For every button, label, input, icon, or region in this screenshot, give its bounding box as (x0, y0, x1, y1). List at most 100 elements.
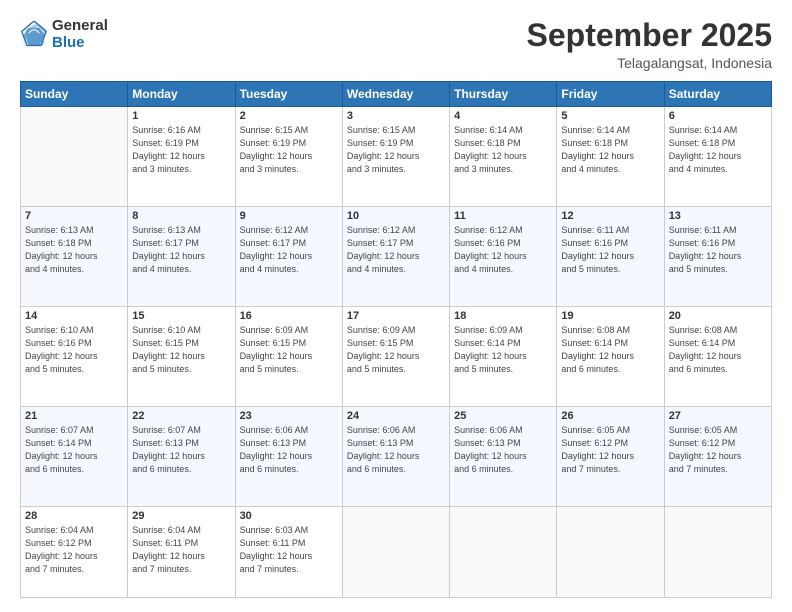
calendar-cell: 21 Sunrise: 6:07 AMSunset: 6:14 PMDayligh… (21, 407, 128, 507)
day-of-week-header: Wednesday (342, 82, 449, 107)
calendar-cell (450, 507, 557, 598)
calendar-cell: 8 Sunrise: 6:13 AMSunset: 6:17 PMDaylight… (128, 207, 235, 307)
day-info: Sunrise: 6:07 AMSunset: 6:14 PMDaylight:… (25, 424, 123, 476)
day-number: 7 (25, 210, 123, 222)
day-info: Sunrise: 6:15 AMSunset: 6:19 PMDaylight:… (347, 124, 445, 176)
calendar-cell: 10Sunrise: 6:12 AMSunset: 6:17 PMDayligh… (342, 207, 449, 307)
day-number: 5 (561, 110, 659, 122)
day-info: Sunrise: 6:14 AMSunset: 6:18 PMDaylight:… (669, 124, 767, 176)
day-of-week-header: Sunday (21, 82, 128, 107)
day-info: Sunrise: 6:08 AMSunset: 6:14 PMDaylight:… (561, 324, 659, 376)
day-number: 22 (132, 410, 230, 422)
calendar-header-row: SundayMondayTuesdayWednesdayThursdayFrid… (21, 82, 772, 107)
calendar-cell: 16Sunrise: 6:09 AMSunset: 6:15 PMDayligh… (235, 307, 342, 407)
calendar-cell: 9 Sunrise: 6:12 AMSunset: 6:17 PMDaylight… (235, 207, 342, 307)
day-info: Sunrise: 6:10 AMSunset: 6:16 PMDaylight:… (25, 324, 123, 376)
day-number: 11 (454, 210, 552, 222)
logo: General Blue (20, 18, 108, 51)
day-number: 27 (669, 410, 767, 422)
day-info: Sunrise: 6:04 AMSunset: 6:12 PMDaylight:… (25, 524, 123, 576)
day-info: Sunrise: 6:09 AMSunset: 6:15 PMDaylight:… (240, 324, 338, 376)
day-of-week-header: Saturday (664, 82, 771, 107)
title-block: September 2025 Telagalangsat, Indonesia (527, 18, 772, 71)
calendar-cell: 14 Sunrise: 6:10 AMSunset: 6:16 PMDayligh… (21, 307, 128, 407)
day-number: 8 (132, 210, 230, 222)
calendar-cell: 23 Sunrise: 6:06 AMSunset: 6:13 PMDayligh… (235, 407, 342, 507)
day-number: 17 (347, 310, 445, 322)
month-title: September 2025 (527, 18, 772, 53)
day-number: 3 (347, 110, 445, 122)
day-number: 19 (561, 310, 659, 322)
day-of-week-header: Friday (557, 82, 664, 107)
day-number: 28 (25, 510, 123, 522)
logo-blue-text: Blue (52, 35, 108, 52)
day-info: Sunrise: 6:15 AMSunset: 6:19 PMDaylight:… (240, 124, 338, 176)
calendar-cell (557, 507, 664, 598)
calendar-cell: 30 Sunrise: 6:03 AMSunset: 6:11 PMDayligh… (235, 507, 342, 598)
day-info: Sunrise: 6:04 AMSunset: 6:11 PMDaylight:… (132, 524, 230, 576)
day-of-week-header: Monday (128, 82, 235, 107)
calendar-cell: 18Sunrise: 6:09 AMSunset: 6:14 PMDayligh… (450, 307, 557, 407)
day-info: Sunrise: 6:14 AMSunset: 6:18 PMDaylight:… (454, 124, 552, 176)
day-info: Sunrise: 6:06 AMSunset: 6:13 PMDaylight:… (454, 424, 552, 476)
calendar-cell: 29 Sunrise: 6:04 AMSunset: 6:11 PMDayligh… (128, 507, 235, 598)
day-info: Sunrise: 6:03 AMSunset: 6:11 PMDaylight:… (240, 524, 338, 576)
day-info: Sunrise: 6:11 AMSunset: 6:16 PMDaylight:… (669, 224, 767, 276)
day-number: 29 (132, 510, 230, 522)
day-info: Sunrise: 6:06 AMSunset: 6:13 PMDaylight:… (347, 424, 445, 476)
day-number: 4 (454, 110, 552, 122)
day-info: Sunrise: 6:09 AMSunset: 6:14 PMDaylight:… (454, 324, 552, 376)
day-info: Sunrise: 6:12 AMSunset: 6:17 PMDaylight:… (240, 224, 338, 276)
day-number: 10 (347, 210, 445, 222)
calendar-table: SundayMondayTuesdayWednesdayThursdayFrid… (20, 81, 772, 598)
day-number: 6 (669, 110, 767, 122)
day-info: Sunrise: 6:11 AMSunset: 6:16 PMDaylight:… (561, 224, 659, 276)
calendar-cell: 13Sunrise: 6:11 AMSunset: 6:16 PMDayligh… (664, 207, 771, 307)
day-number: 26 (561, 410, 659, 422)
calendar-cell: 3 Sunrise: 6:15 AMSunset: 6:19 PMDaylight… (342, 107, 449, 207)
day-info: Sunrise: 6:06 AMSunset: 6:13 PMDaylight:… (240, 424, 338, 476)
calendar-week-row: 28 Sunrise: 6:04 AMSunset: 6:12 PMDayligh… (21, 507, 772, 598)
calendar-week-row: 1 Sunrise: 6:16 AMSunset: 6:19 PMDaylight… (21, 107, 772, 207)
calendar-cell: 2 Sunrise: 6:15 AMSunset: 6:19 PMDaylight… (235, 107, 342, 207)
calendar-week-row: 7Sunrise: 6:13 AMSunset: 6:18 PMDaylight… (21, 207, 772, 307)
calendar-cell: 12Sunrise: 6:11 AMSunset: 6:16 PMDayligh… (557, 207, 664, 307)
logo-text: General Blue (52, 18, 108, 51)
calendar-cell: 5Sunrise: 6:14 AMSunset: 6:18 PMDaylight… (557, 107, 664, 207)
day-info: Sunrise: 6:16 AMSunset: 6:19 PMDaylight:… (132, 124, 230, 176)
calendar-week-row: 21 Sunrise: 6:07 AMSunset: 6:14 PMDayligh… (21, 407, 772, 507)
calendar-cell: 20Sunrise: 6:08 AMSunset: 6:14 PMDayligh… (664, 307, 771, 407)
day-number: 21 (25, 410, 123, 422)
day-info: Sunrise: 6:05 AMSunset: 6:12 PMDaylight:… (669, 424, 767, 476)
day-info: Sunrise: 6:09 AMSunset: 6:15 PMDaylight:… (347, 324, 445, 376)
calendar-cell: 28 Sunrise: 6:04 AMSunset: 6:12 PMDayligh… (21, 507, 128, 598)
day-info: Sunrise: 6:12 AMSunset: 6:16 PMDaylight:… (454, 224, 552, 276)
day-info: Sunrise: 6:13 AMSunset: 6:17 PMDaylight:… (132, 224, 230, 276)
day-info: Sunrise: 6:10 AMSunset: 6:15 PMDaylight:… (132, 324, 230, 376)
day-number: 23 (240, 410, 338, 422)
day-number: 20 (669, 310, 767, 322)
day-of-week-header: Thursday (450, 82, 557, 107)
day-number: 2 (240, 110, 338, 122)
header: General Blue September 2025 Telagalangsa… (20, 18, 772, 71)
day-number: 9 (240, 210, 338, 222)
day-number: 25 (454, 410, 552, 422)
day-number: 1 (132, 110, 230, 122)
day-number: 30 (240, 510, 338, 522)
calendar-cell: 27 Sunrise: 6:05 AMSunset: 6:12 PMDayligh… (664, 407, 771, 507)
calendar-cell: 6 Sunrise: 6:14 AMSunset: 6:18 PMDaylight… (664, 107, 771, 207)
day-number: 24 (347, 410, 445, 422)
calendar-cell: 11 Sunrise: 6:12 AMSunset: 6:16 PMDayligh… (450, 207, 557, 307)
calendar-cell: 19 Sunrise: 6:08 AMSunset: 6:14 PMDayligh… (557, 307, 664, 407)
calendar-week-row: 14 Sunrise: 6:10 AMSunset: 6:16 PMDayligh… (21, 307, 772, 407)
calendar-cell: 7Sunrise: 6:13 AMSunset: 6:18 PMDaylight… (21, 207, 128, 307)
day-info: Sunrise: 6:05 AMSunset: 6:12 PMDaylight:… (561, 424, 659, 476)
calendar-cell: 25 Sunrise: 6:06 AMSunset: 6:13 PMDayligh… (450, 407, 557, 507)
calendar-cell: 24 Sunrise: 6:06 AMSunset: 6:13 PMDayligh… (342, 407, 449, 507)
calendar-cell: 15Sunrise: 6:10 AMSunset: 6:15 PMDayligh… (128, 307, 235, 407)
day-of-week-header: Tuesday (235, 82, 342, 107)
calendar-cell (21, 107, 128, 207)
day-number: 14 (25, 310, 123, 322)
calendar-cell: 26 Sunrise: 6:05 AMSunset: 6:12 PMDayligh… (557, 407, 664, 507)
page: General Blue September 2025 Telagalangsa… (0, 0, 792, 612)
